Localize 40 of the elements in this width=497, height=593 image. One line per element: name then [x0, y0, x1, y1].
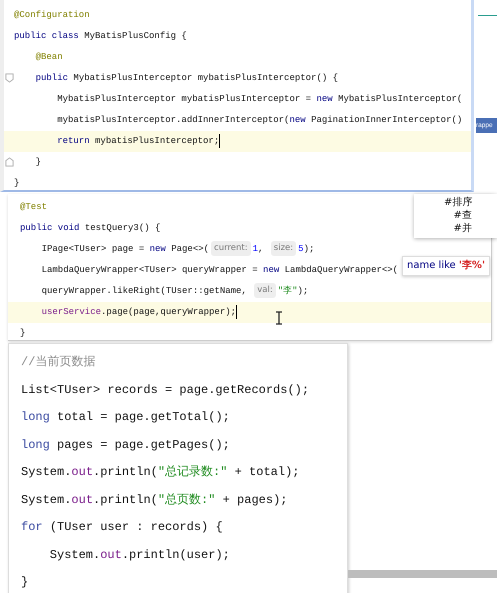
code-text: queryWrapper.likeRight(TUser::getName,: [40, 286, 248, 296]
code-line: }: [14, 178, 20, 188]
code-line: return mybatisPlusInterceptor;: [56, 136, 220, 146]
code-line: mybatisPlusInterceptor.addInnerInterceptor(new PaginationInnerInterceptor(): [56, 115, 462, 125]
code-line: @Test: [20, 202, 48, 212]
code-line: MybatisPlusInterceptor mybatisPlusInterceptor = new MybatisPlusInterceptor(: [56, 94, 462, 104]
parameter-hint: current:: [211, 241, 251, 256]
parameter-hint: val:: [254, 283, 276, 298]
popup-line: #排序: [444, 196, 474, 209]
code-line: System.out.println("总页数:" + pages);: [21, 492, 288, 506]
code-line: @Bean: [34, 52, 63, 62]
popup-line: #并: [452, 222, 473, 235]
code-line: public void testQuery3() {: [20, 223, 160, 233]
fold-icon[interactable]: [5, 157, 14, 167]
code-line: }: [21, 575, 28, 589]
code-line: System.out.println(user);: [48, 548, 230, 562]
code-line: userService.page(page,queryWrapper);: [40, 307, 236, 317]
code-line: public class MyBatisPlusConfig {: [14, 31, 187, 41]
code-line: }: [34, 157, 42, 167]
code-line: for (TUser user : records) {: [21, 520, 223, 534]
text-caret: [236, 304, 238, 319]
code-text: IPage<TUser> page = new Page<>(: [40, 244, 210, 254]
text-caret: [219, 134, 220, 148]
code-line: List<TUser> records = page.getRecords();: [21, 382, 310, 396]
code-text: "李");: [278, 286, 308, 296]
code-line: public MybatisPlusInterceptor mybatisPlusInterceptor() {: [34, 73, 338, 83]
code-line: }: [20, 328, 26, 338]
text-cursor-icon: [275, 311, 283, 325]
code-text: 1,: [252, 244, 264, 254]
fold-icon[interactable]: [5, 73, 14, 83]
code-line: long pages = page.getPages();: [21, 438, 230, 452]
code-line: @Configuration: [14, 10, 90, 20]
tooltip: name like '李%': [402, 256, 490, 276]
code-line: LambdaQueryWrapper<TUser> queryWrapper = new LambdaQueryWrapper<>(: [40, 265, 398, 275]
popup-line: #查: [452, 209, 473, 222]
code-text: 5);: [298, 244, 314, 254]
code-line: long total = page.getTotal();: [21, 410, 230, 424]
parameter-hint: size:: [270, 241, 296, 256]
code-line: //当前页数据: [21, 355, 96, 369]
code-line: System.out.println("总记录数:" + total);: [21, 465, 300, 479]
